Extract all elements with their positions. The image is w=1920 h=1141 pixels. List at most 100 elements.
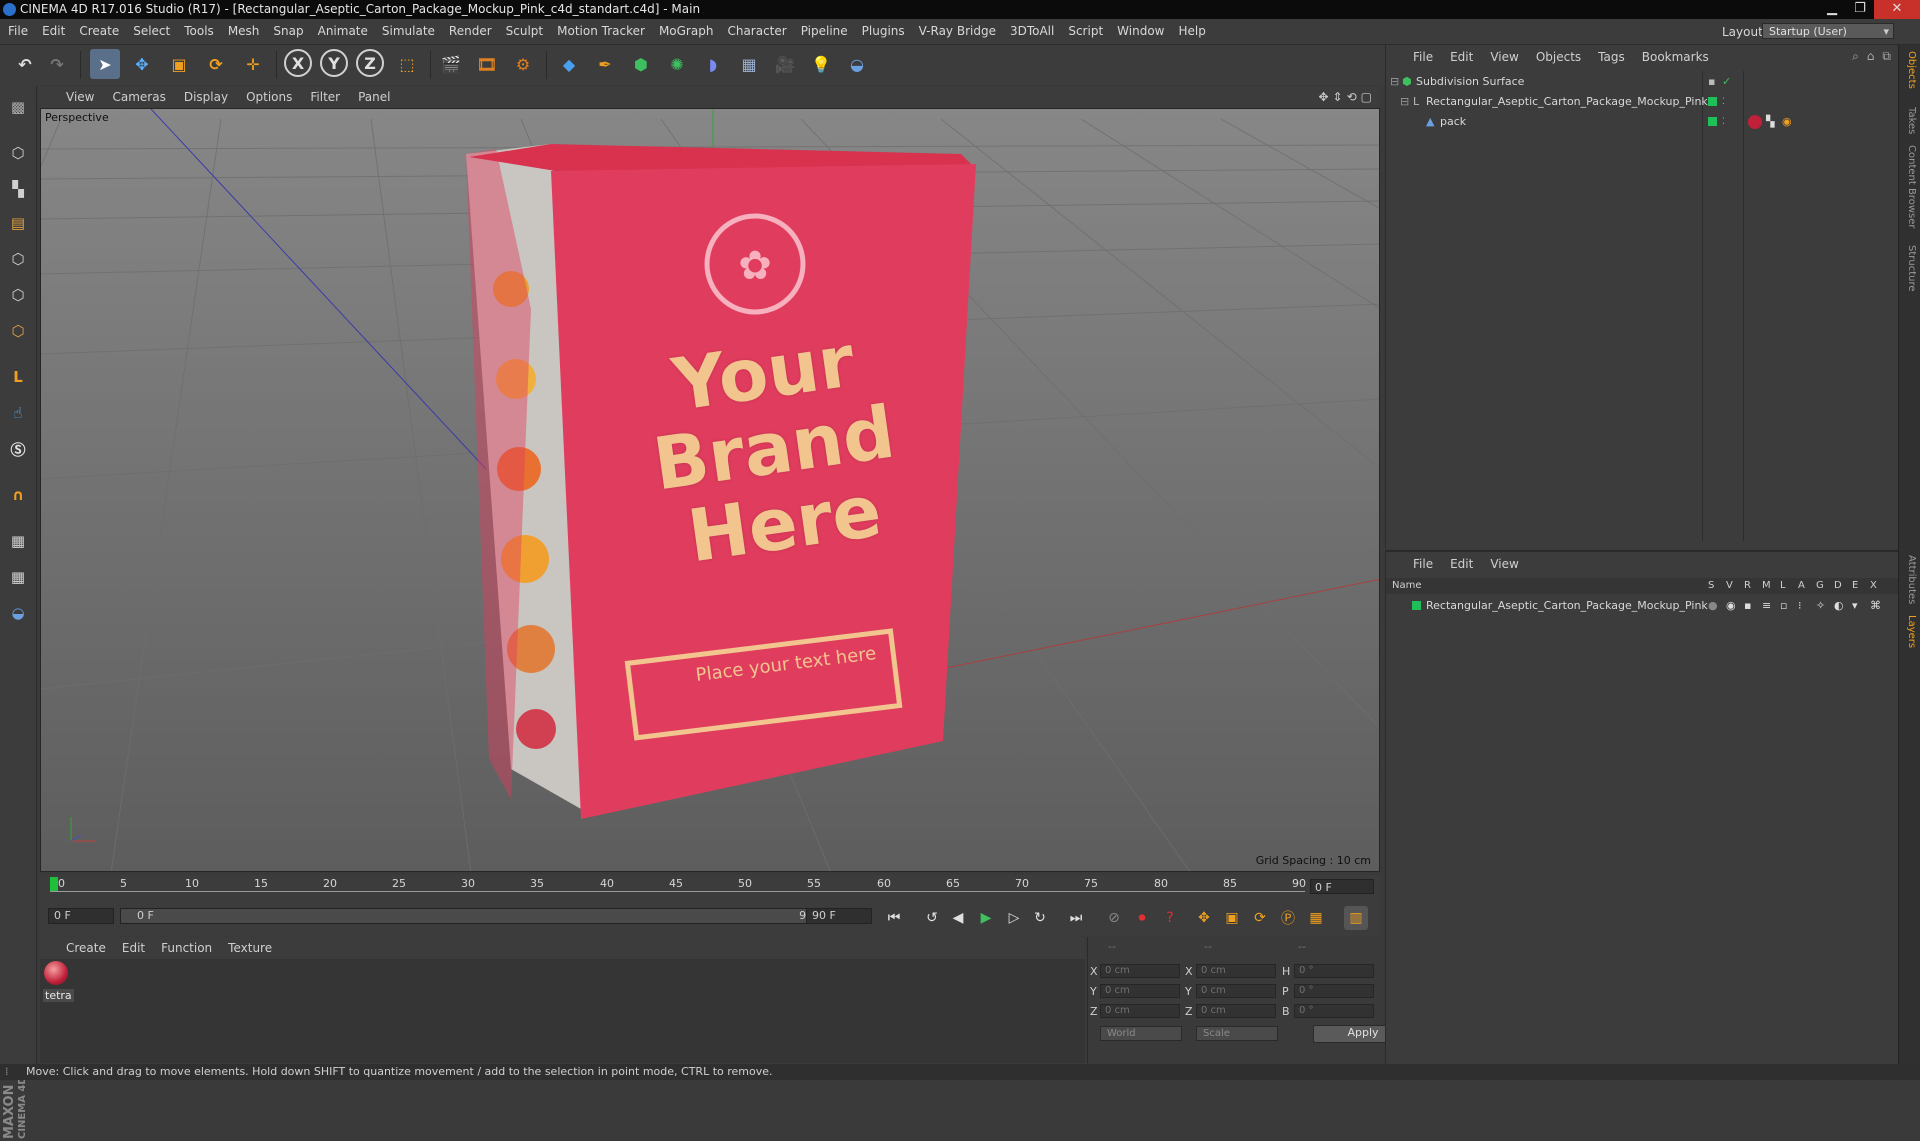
menu-plugins[interactable]: Plugins (862, 19, 905, 44)
tab-objects[interactable]: Objects (1901, 51, 1917, 89)
menu-vray-bridge[interactable]: V-Ray Bridge (919, 19, 996, 44)
render-settings-icon[interactable]: ⚙ (508, 49, 538, 79)
layermgr-menu-view[interactable]: View (1490, 552, 1518, 576)
viewport-menu-view[interactable]: View (66, 87, 94, 108)
magnet-icon[interactable]: ∩ (3, 480, 33, 510)
manager-icon[interactable]: ≡ (1762, 596, 1771, 616)
model-mode-icon[interactable]: ⬡ (3, 138, 33, 168)
menu-create[interactable]: Create (79, 19, 119, 44)
menu-tools[interactable]: Tools (184, 19, 214, 44)
uvw-tag-icon[interactable]: ▚ (1766, 112, 1774, 132)
3d-viewport[interactable]: ✿ Perspective Your Brand Here Place your… (40, 108, 1380, 872)
current-frame-field[interactable]: 0 F (1310, 879, 1374, 894)
layermgr-menu-edit[interactable]: Edit (1450, 552, 1473, 576)
objmgr-menu-edit[interactable]: Edit (1450, 45, 1473, 69)
viewport-menu-options[interactable]: Options (246, 87, 292, 108)
layer-color-icon[interactable] (1708, 117, 1717, 126)
objmgr-menu-view[interactable]: View (1490, 45, 1518, 69)
deformer-icon[interactable]: ◗ (698, 49, 728, 79)
menu-simulate[interactable]: Simulate (382, 19, 435, 44)
material-name[interactable]: tetra (43, 989, 74, 1002)
end-frame-field[interactable]: 90 F (806, 908, 872, 924)
menu-animate[interactable]: Animate (318, 19, 368, 44)
viewport-menu-filter[interactable]: Filter (310, 87, 340, 108)
material-tag-icon[interactable] (1748, 115, 1762, 129)
key-rotation-icon[interactable]: ⟳ (1248, 906, 1272, 930)
move-add-icon[interactable]: ✛ (238, 49, 268, 79)
autokey-icon[interactable]: ⏺ (1130, 906, 1154, 930)
material-menu-create[interactable]: Create (66, 937, 106, 959)
key-pla-icon[interactable]: ▦ (1304, 906, 1328, 930)
objmgr-menu-tags[interactable]: Tags (1598, 45, 1625, 69)
animation-icon[interactable]: ⁝ (1798, 596, 1802, 616)
layer-color-icon[interactable] (1708, 97, 1717, 106)
array-icon[interactable]: ✺ (662, 49, 692, 79)
axis-mode-icon[interactable]: L (3, 362, 33, 392)
snap-icon[interactable]: Ⓢ (3, 434, 33, 464)
render-view-icon[interactable]: 🎬 (436, 49, 466, 79)
pen-spline-icon[interactable]: ✒ (590, 49, 620, 79)
position-x-field[interactable]: 0 cm (1100, 964, 1180, 978)
polygons-mode-icon[interactable]: ⬡ (3, 316, 33, 346)
size-x-field[interactable]: 0 cm (1196, 964, 1276, 978)
close-icon[interactable]: ✕ (1874, 0, 1920, 19)
expand-icon[interactable]: ⊟ (1390, 72, 1399, 92)
generators-icon[interactable]: ✧ (1816, 596, 1825, 616)
undo-icon[interactable]: ↶ (10, 49, 40, 79)
previous-frame-icon[interactable]: ◀ (946, 906, 970, 930)
key-parameter-icon[interactable]: Ⓟ (1276, 906, 1300, 930)
viewport-camera-label[interactable]: Perspective (45, 111, 109, 124)
phong-tag-icon[interactable]: ◉ (1782, 112, 1792, 132)
next-keyframe-icon[interactable]: ↻ (1028, 906, 1052, 930)
python-icon[interactable]: ◒ (842, 49, 872, 79)
viewport-dolly-icon[interactable]: ⇕ (1333, 90, 1343, 104)
home-icon[interactable]: ⌂ (1867, 49, 1875, 64)
points-mode-icon[interactable]: ⬡ (3, 244, 33, 274)
start-frame-field[interactable]: 0 F (48, 908, 114, 924)
lock-icon[interactable]: ▫ (1780, 596, 1787, 616)
size-y-field[interactable]: 0 cm (1196, 984, 1276, 998)
expand-icon[interactable]: ⊟ (1400, 92, 1409, 112)
layout-dropdown[interactable]: Startup (User) (1762, 23, 1894, 40)
deformers-icon[interactable]: ◐ (1834, 596, 1844, 616)
menu-mograph[interactable]: MoGraph (659, 19, 714, 44)
keyframe-selection-icon[interactable]: ? (1158, 906, 1182, 930)
texture-mode-icon[interactable]: ▚ (3, 174, 33, 204)
move-icon[interactable]: ✥ (127, 49, 157, 79)
layer-row[interactable]: Rectangular_Aseptic_Carton_Package_Mocku… (1386, 596, 1899, 616)
objmgr-menu-bookmarks[interactable]: Bookmarks (1642, 45, 1709, 69)
new-window-icon[interactable]: ⧉ (1882, 49, 1891, 64)
menu-edit[interactable]: Edit (42, 19, 65, 44)
menu-help[interactable]: Help (1178, 19, 1205, 44)
minimize-icon[interactable]: ▁ (1818, 0, 1846, 19)
x-axis-icon[interactable]: X (284, 49, 312, 77)
layermgr-menu-file[interactable]: File (1413, 552, 1433, 576)
menu-motion-tracker[interactable]: Motion Tracker (557, 19, 645, 44)
tab-structure[interactable]: Structure (1901, 245, 1917, 292)
go-to-end-icon[interactable]: ⏭ (1064, 906, 1088, 930)
render-icon[interactable]: ▪ (1744, 596, 1751, 616)
expressions-icon[interactable]: ▾ (1852, 596, 1858, 616)
timeline-playhead[interactable] (50, 877, 58, 891)
layer-color-icon[interactable]: ▪ (1708, 72, 1715, 92)
light-icon[interactable]: 💡 (806, 49, 836, 79)
position-z-field[interactable]: 0 cm (1100, 1004, 1180, 1018)
select-arrow-icon[interactable]: ➤ (90, 49, 120, 79)
menu-script[interactable]: Script (1068, 19, 1103, 44)
range-slider[interactable]: 0 F 90 F (120, 908, 840, 924)
material-menu-function[interactable]: Function (161, 937, 212, 959)
tab-layers[interactable]: Layers (1901, 615, 1917, 648)
lock-workplane-icon[interactable]: ▦ (3, 526, 33, 556)
viewport-menu-panel[interactable]: Panel (358, 87, 390, 108)
key-position-icon[interactable]: ✥ (1192, 906, 1216, 930)
maximize-icon[interactable]: ❐ (1846, 0, 1874, 19)
tab-attributes[interactable]: Attributes (1901, 555, 1917, 604)
viewport-menu-display[interactable]: Display (184, 87, 228, 108)
rotation-p-field[interactable]: 0 ° (1294, 984, 1374, 998)
menu-3dtoall[interactable]: 3DToAll (1010, 19, 1054, 44)
material-preview-tetra[interactable] (44, 961, 68, 985)
menu-mesh[interactable]: Mesh (228, 19, 260, 44)
viewport-maximize-icon[interactable]: ▢ (1361, 90, 1372, 104)
record-key-disabled-icon[interactable]: ⊘ (1102, 906, 1126, 930)
rotate-icon[interactable]: ⟳ (201, 49, 231, 79)
